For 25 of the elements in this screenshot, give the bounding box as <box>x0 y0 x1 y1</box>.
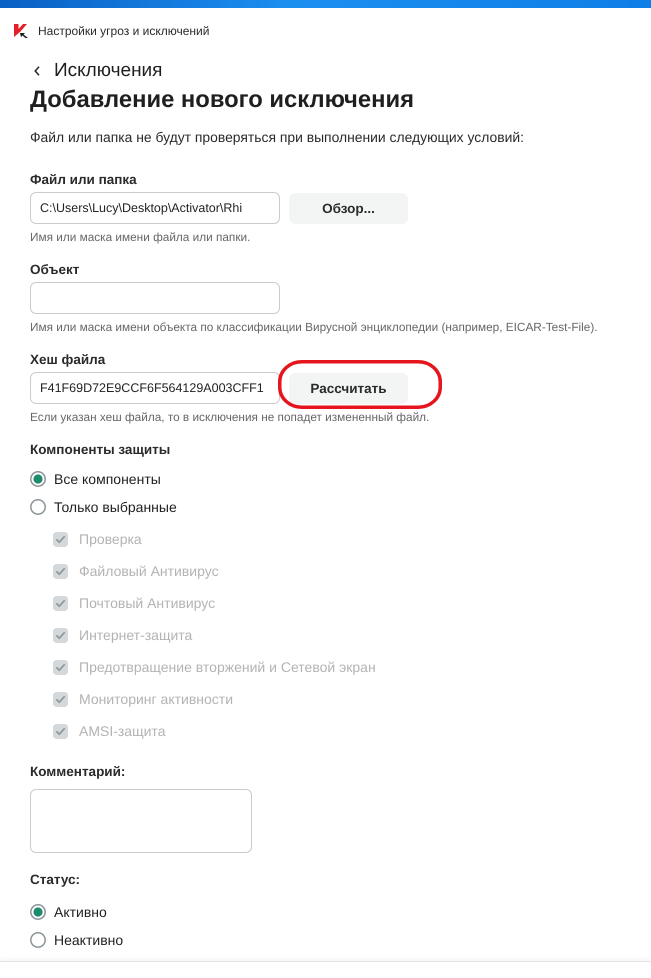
hint-text: Имя или маска имени файла или папки. <box>30 229 250 245</box>
field-label: Комментарий: <box>30 763 126 781</box>
chevron-left-icon <box>34 66 40 76</box>
hint-text: Имя или маска имени объекта по классификации Вирусной энциклопедии (например, EICAR-Test-File). <box>30 319 598 335</box>
browse-button[interactable]: Обзор... <box>289 192 408 224</box>
page-heading: Добавление нового исключения <box>30 85 414 115</box>
comment-field[interactable] <box>30 789 252 853</box>
field-label: Объект <box>30 261 80 279</box>
radio-option[interactable]: Активно <box>30 898 107 926</box>
description-text: Файл или папка не будут проверяться при выполнении следующих условий: <box>30 128 524 146</box>
logo-icon <box>14 24 28 38</box>
input-field[interactable] <box>30 282 280 314</box>
hint-text: Если указан хеш файла, то в исключения не попадет измененный файл. <box>30 409 430 425</box>
radio-option[interactable]: Только выбранные <box>30 493 177 521</box>
back-button[interactable]: Исключения <box>30 59 162 83</box>
group-label: Компоненты защиты <box>30 441 170 459</box>
field-label: Файл или папка <box>30 171 137 189</box>
radio-option[interactable]: Неактивно <box>30 926 124 954</box>
group-label: Статус: <box>30 871 80 889</box>
input-field[interactable]: F41F69D72E9CCF6F564129A003CFF1 <box>30 372 280 404</box>
calculate-button[interactable]: Рассчитать <box>289 372 408 404</box>
input-field[interactable]: C:\Users\Lucy\Desktop\Activator\Rhi <box>30 192 280 224</box>
window-title: Настройки угроз и исключений <box>38 24 210 38</box>
field-label: Хеш файла <box>30 351 106 369</box>
radio-option[interactable]: Все компоненты <box>30 465 161 493</box>
